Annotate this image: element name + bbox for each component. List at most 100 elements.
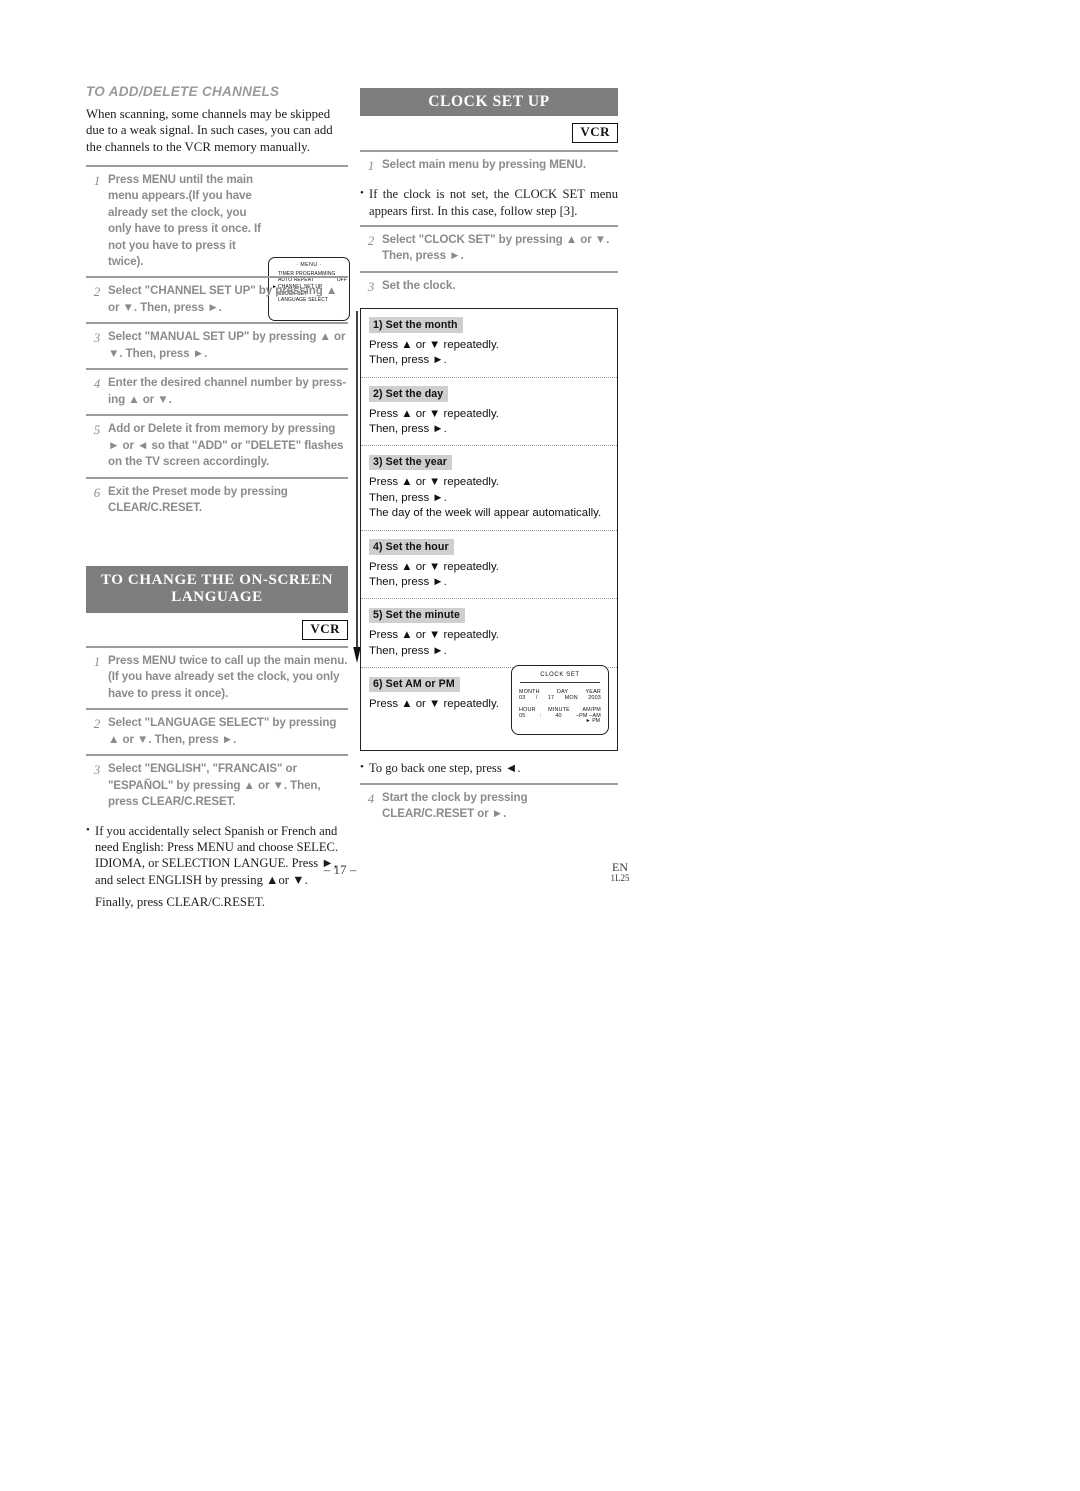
clock-substep-line: Then, press ►. [369,644,447,657]
clock-substep-minute: 5) Set the minute Press ▲ or ▼ repeatedl… [361,598,617,667]
step-text: Select "CLOCK SET" by pressing ▲ or ▼. T… [382,233,610,263]
section-heading-line1: TO CHANGE THE ON-SCREEN [100,572,334,589]
step-text: Select "ENGLISH", "FRANCAIS" or "ESPAÑOL… [108,762,321,809]
section-heading-line2: LANGUAGE [171,589,263,606]
step-number: 2 [93,284,101,300]
step-number: 5 [93,422,101,438]
osd-time-separator: : [539,713,542,720]
step-item: 3 Select "ENGLISH", "FRANCAIS" or "ESPAÑ… [86,754,348,816]
step-text: Exit the Preset mode by pressing CLEAR/C… [108,484,288,514]
step-text: Press MENU twice to call up the main men… [108,653,348,700]
clock-substep-lines: Press ▲ or ▼ repeatedly. Then, press ►. [369,560,609,591]
intro-paragraph: When scanning, some channels may be skip… [86,107,333,154]
step-item: 2 Select "CHANNEL SET UP" by pressing ▲ … [86,276,348,322]
step-text: Add or Delete it from memory by pressing… [108,422,344,469]
bullet-icon: • [86,823,90,836]
bullet-icon: • [360,187,364,200]
clock-note: • If the clock is not set, the CLOCK SET… [360,186,618,219]
step-item: 5 Add or Delete it from memory by pressi… [86,414,348,476]
footer-part-code: 1L25 [610,872,630,883]
section-heading-add-delete-channels: TO ADD/DELETE CHANNELS [86,84,280,99]
manual-page: TO ADD/DELETE CHANNELS When scanning, so… [0,0,1080,1491]
clock-substep-lines: Press ▲ or ▼ repeatedly. Then, press ►. [369,407,609,438]
clock-substep-line: Then, press ►. [369,491,447,504]
step-number: 3 [367,278,375,294]
clock-substep-hour: 4) Set the hour Press ▲ or ▼ repeatedly.… [361,529,617,599]
right-column: CLOCK SET UP VCR 1 Select main menu by p… [353,88,618,829]
clock-substep-month: 1) Set the month Press ▲ or ▼ repeatedly… [361,309,617,377]
step-number: 1 [367,158,375,174]
step-text: Select "CHANNEL SET UP" by pressing ▲ or… [108,284,338,314]
clock-substep-ampm: 6) Set AM or PM Press ▲ or ▼ repeatedly.… [361,665,617,750]
add-delete-steps: · MENU · ► TIMER PROGRAMMING AUTO REPEAT… [86,164,350,523]
step-number: 1 [93,172,101,188]
osd-clock-title: CLOCK SET [540,672,580,679]
osd-clock-set-screen: CLOCK SET MONTH DAY YEAR 03 / 17 MON 200… [511,665,609,736]
step-text: Start the clock by pressing CLEAR/C.RESE… [382,790,528,821]
footer-language-code: EN [612,860,628,874]
section-heading-change-language: TO CHANGE THE ON-SCREEN LANGUAGE [86,566,348,614]
step-item: 2 Select "CLOCK SET" by pressing ▲ or ▼.… [360,225,618,271]
step-text: Select "LANGUAGE SELECT" by pressing ▲ o… [108,716,337,746]
step-text: Select "MANUAL SET UP" by pressing ▲ or … [108,330,346,360]
step-text: Press MENU until the main menu appears.(… [108,172,261,269]
step-number: 2 [93,716,101,732]
clock-substep-label: 6) Set AM or PM [369,676,460,693]
clock-substep-day: 2) Set the day Press ▲ or ▼ repeatedly. … [361,376,617,446]
osd-minute-value: 40 [555,713,562,720]
osd-weekday-value: MON [564,695,578,702]
step-item: 2 Select "LANGUAGE SELECT" by pressing ▲… [86,708,348,754]
step-text: Set the clock. [382,278,456,292]
step-number: 6 [93,484,101,500]
osd-ampm-selected: ► PM [585,718,600,725]
clock-substep-line: Press ▲ or ▼ repeatedly. [369,407,499,420]
clock-substep-lines: Press ▲ or ▼ repeatedly. Then, press ►. [369,628,609,659]
clock-substep-year: 3) Set the year Press ▲ or ▼ repeatedly.… [361,445,617,529]
vcr-badge-row-left: VCR [86,620,348,640]
clock-substep-line: Then, press ►. [369,354,447,367]
clock-note-text: If the clock is not set, the CLOCK SET m… [369,187,618,218]
step-number: 4 [367,790,375,806]
language-note: • If you accidentally select Spanish or … [86,823,348,888]
clock-substep-lines: Press ▲ or ▼ repeatedly. Then, press ►. [369,338,609,369]
step-item: 4 Start the clock by pressing CLEAR/C.RE… [360,782,618,829]
step-item: 1 Select main menu by pressing MENU. [360,150,618,180]
step-item: 1 Press MENU twice to call up the main m… [86,645,348,708]
page-number: – 17 – [323,862,357,877]
vcr-badge-row-right: VCR [360,123,618,144]
clock-set-substeps-box: 1) Set the month Press ▲ or ▼ repeatedly… [353,307,618,752]
step-text: Select main menu by pressing MENU. [382,158,587,172]
osd-day-value: 17 [547,695,555,702]
osd-hour-value: 05 [519,713,526,720]
vcr-badge: VCR [302,620,348,640]
clock-substep-label: 2) Set the day [369,386,449,402]
clock-substep-line: Press ▲ or ▼ repeatedly. [369,476,499,489]
section-heading-clock-set-up: CLOCK SET UP [360,88,618,117]
clock-substep-line: Then, press ►. [369,576,447,589]
left-column: TO ADD/DELETE CHANNELS When scanning, so… [86,84,350,920]
step-text: Enter the desired channel number by pres… [108,376,347,406]
step-item: 1 Press MENU until the main menu appears… [86,164,348,277]
go-back-note: • To go back one step, press ◄. [360,760,618,776]
osd-month-value: 03 [519,695,526,702]
vcr-badge: VCR [572,123,618,144]
clock-substep-label: 5) Set the minute [369,607,466,624]
step-number: 2 [367,233,375,249]
clock-substep-line: Then, press ►. [369,423,447,436]
step-number: 3 [93,330,101,346]
clock-substep-lines: Press ▲ or ▼ repeatedly. Then, press ►. … [369,475,609,521]
go-back-note-text: To go back one step, press ◄. [369,761,521,776]
clock-substep-label: 3) Set the year [369,454,452,471]
clock-substep-label: 4) Set the hour [369,539,454,555]
step-number: 3 [93,762,101,778]
step-item: 3 Select "MANUAL SET UP" by pressing ▲ o… [86,322,348,368]
step-number: 4 [93,376,101,392]
clock-substep-line: The day of the week will appear automati… [369,507,602,520]
osd-day-separator: / [535,695,538,702]
clock-substep-line: Press ▲ or ▼ repeatedly. [369,629,499,642]
clock-substep-line: Press ▲ or ▼ repeatedly. [369,560,499,573]
language-note-text: If you accidentally select Spanish or Fr… [95,823,339,887]
step-number: 1 [93,653,101,669]
footer-meta: EN 1L25 [585,861,655,883]
osd-year-value: 2003 [588,695,601,702]
